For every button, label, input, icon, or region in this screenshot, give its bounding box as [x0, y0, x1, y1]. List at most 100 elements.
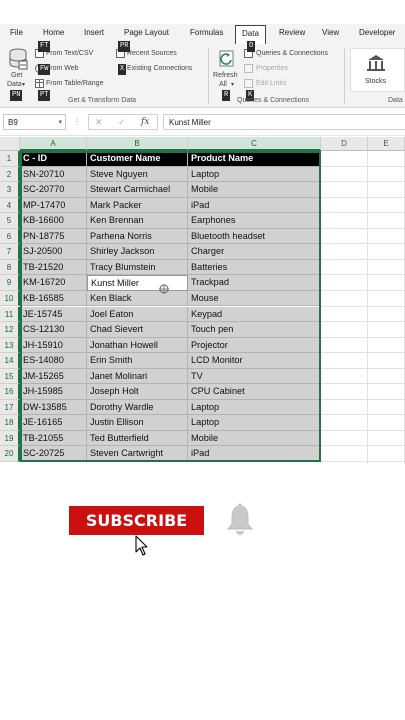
cell-a[interactable]: SJ-20500: [20, 244, 87, 260]
cell-c[interactable]: Laptop: [188, 399, 321, 416]
database-icon[interactable]: [8, 48, 28, 70]
cell-c[interactable]: iPad: [188, 197, 321, 214]
refresh-icon[interactable]: [217, 49, 237, 69]
cell-c[interactable]: Laptop: [188, 166, 321, 183]
cell-c[interactable]: Projector: [188, 337, 321, 354]
cell-c[interactable]: Touch pen: [188, 322, 321, 338]
row-header[interactable]: 8: [0, 259, 20, 276]
tab-file[interactable]: File: [10, 28, 23, 37]
cell-b[interactable]: Tracy Blumstein: [87, 259, 188, 276]
column-header-e[interactable]: E: [368, 137, 405, 151]
cell-b[interactable]: Erin Smith: [87, 353, 188, 369]
row-header[interactable]: 7: [0, 244, 20, 260]
cell-a[interactable]: JE-15745: [20, 306, 87, 322]
chevron-down-icon[interactable]: ▾: [58, 118, 62, 126]
cell-a[interactable]: MP-17470: [20, 197, 87, 214]
cell-a[interactable]: TB-21520: [20, 259, 87, 276]
row-header[interactable]: 5: [0, 213, 20, 229]
chevron-down-icon[interactable]: ▾: [22, 81, 25, 88]
cell-a[interactable]: JE-16165: [20, 415, 87, 431]
from-text-csv-button[interactable]: From Text/CSV: [46, 50, 93, 57]
cell-b[interactable]: Parhena Norris: [87, 228, 188, 245]
cell-c[interactable]: Trackpad: [188, 275, 321, 291]
queries-connections-button[interactable]: Queries & Connections: [256, 50, 328, 57]
cell-a[interactable]: KB-16600: [20, 213, 87, 229]
cell-b[interactable]: Steve Nguyen: [87, 166, 188, 183]
cell-c[interactable]: Laptop: [188, 415, 321, 431]
tab-view[interactable]: View: [322, 28, 339, 37]
cell-c[interactable]: Mobile: [188, 430, 321, 447]
cell-a[interactable]: JH-15985: [20, 384, 87, 400]
cell-c[interactable]: TV: [188, 368, 321, 385]
column-header-d[interactable]: D: [321, 137, 368, 151]
row-header[interactable]: 19: [0, 430, 20, 447]
cell-a[interactable]: JH-15910: [20, 337, 87, 354]
column-header-c[interactable]: C: [188, 137, 321, 151]
cell-b[interactable]: Mark Packer: [87, 197, 188, 214]
recent-sources-button[interactable]: Recent Sources: [127, 50, 177, 57]
row-header[interactable]: 14: [0, 353, 20, 369]
row-header[interactable]: 3: [0, 182, 20, 198]
cancel-icon[interactable]: ✕: [95, 117, 103, 128]
tab-developer[interactable]: Developer: [359, 28, 395, 37]
cell-c[interactable]: LCD Monitor: [188, 353, 321, 369]
cell-b[interactable]: Ken Black: [87, 290, 188, 307]
cell-a[interactable]: SC-20770: [20, 182, 87, 198]
cell-c[interactable]: Mobile: [188, 182, 321, 198]
cell-c[interactable]: iPad: [188, 446, 321, 462]
enter-icon[interactable]: ✓: [118, 117, 126, 128]
cell-a[interactable]: SC-20725: [20, 446, 87, 462]
row-header[interactable]: 17: [0, 399, 20, 416]
cell-b[interactable]: Ted Butterfield: [87, 430, 188, 447]
cell-c[interactable]: CPU Cabinet: [188, 384, 321, 400]
cell-a[interactable]: TB-21055: [20, 430, 87, 447]
column-header-a[interactable]: A: [20, 137, 87, 151]
cell-c[interactable]: Charger: [188, 244, 321, 260]
name-box[interactable]: B9 ▾: [3, 114, 66, 130]
cell-a[interactable]: KM-16720: [20, 275, 87, 291]
header-cell-b[interactable]: Customer Name: [87, 151, 188, 167]
stocks-button[interactable]: Stocks: [350, 48, 405, 92]
insert-function-icon[interactable]: fx: [141, 117, 149, 127]
cell-a[interactable]: JM-15265: [20, 368, 87, 385]
cell-b[interactable]: Shirley Jackson: [87, 244, 188, 260]
from-table-range-button[interactable]: From Table/Range: [46, 80, 103, 87]
cell-b[interactable]: Chad Sievert: [87, 322, 188, 338]
row-header[interactable]: 6: [0, 228, 20, 245]
cell-c[interactable]: Bluetooth headset: [188, 228, 321, 245]
refresh-all-label-2[interactable]: All: [219, 81, 227, 88]
row-header[interactable]: 2: [0, 166, 20, 183]
formula-input[interactable]: Kunst Miller: [163, 114, 405, 130]
row-header[interactable]: 20: [0, 446, 20, 462]
cell-a[interactable]: ES-14080: [20, 353, 87, 369]
properties-button[interactable]: Properties: [256, 65, 288, 72]
cell-b[interactable]: Joseph Holt: [87, 384, 188, 400]
row-header[interactable]: 18: [0, 415, 20, 431]
row-header[interactable]: 1: [0, 151, 20, 167]
cell-a[interactable]: PN-18775: [20, 228, 87, 245]
cell-a[interactable]: CS-12130: [20, 322, 87, 338]
active-cell[interactable]: Kunst Miller: [87, 275, 188, 291]
header-cell-a[interactable]: C - ID: [20, 151, 87, 167]
cell-b[interactable]: Jonathan Howell: [87, 337, 188, 354]
cell-c[interactable]: Earphones: [188, 213, 321, 229]
tab-page-layout[interactable]: Page Layout: [124, 28, 169, 37]
row-header[interactable]: 11: [0, 306, 20, 322]
cell-c[interactable]: Mouse: [188, 290, 321, 307]
from-web-button[interactable]: From Web: [46, 65, 79, 72]
cell-b[interactable]: Janet Molinari: [87, 368, 188, 385]
row-header[interactable]: 13: [0, 337, 20, 354]
tab-insert[interactable]: Insert: [84, 28, 104, 37]
existing-connections-button[interactable]: Existing Connections: [127, 65, 192, 72]
cell-b[interactable]: Stewart Carmichael: [87, 182, 188, 198]
cell-c[interactable]: Batteries: [188, 259, 321, 276]
cell-c[interactable]: Keypad: [188, 306, 321, 322]
cell-a[interactable]: DW-13585: [20, 399, 87, 416]
get-data-label-2[interactable]: Data: [7, 81, 22, 88]
row-header[interactable]: 4: [0, 197, 20, 214]
refresh-all-label[interactable]: Refresh: [213, 72, 238, 79]
bell-icon[interactable]: [226, 503, 254, 537]
header-cell-c[interactable]: Product Name: [188, 151, 321, 167]
cell-a[interactable]: SN-20710: [20, 166, 87, 183]
row-header[interactable]: 10: [0, 290, 20, 307]
